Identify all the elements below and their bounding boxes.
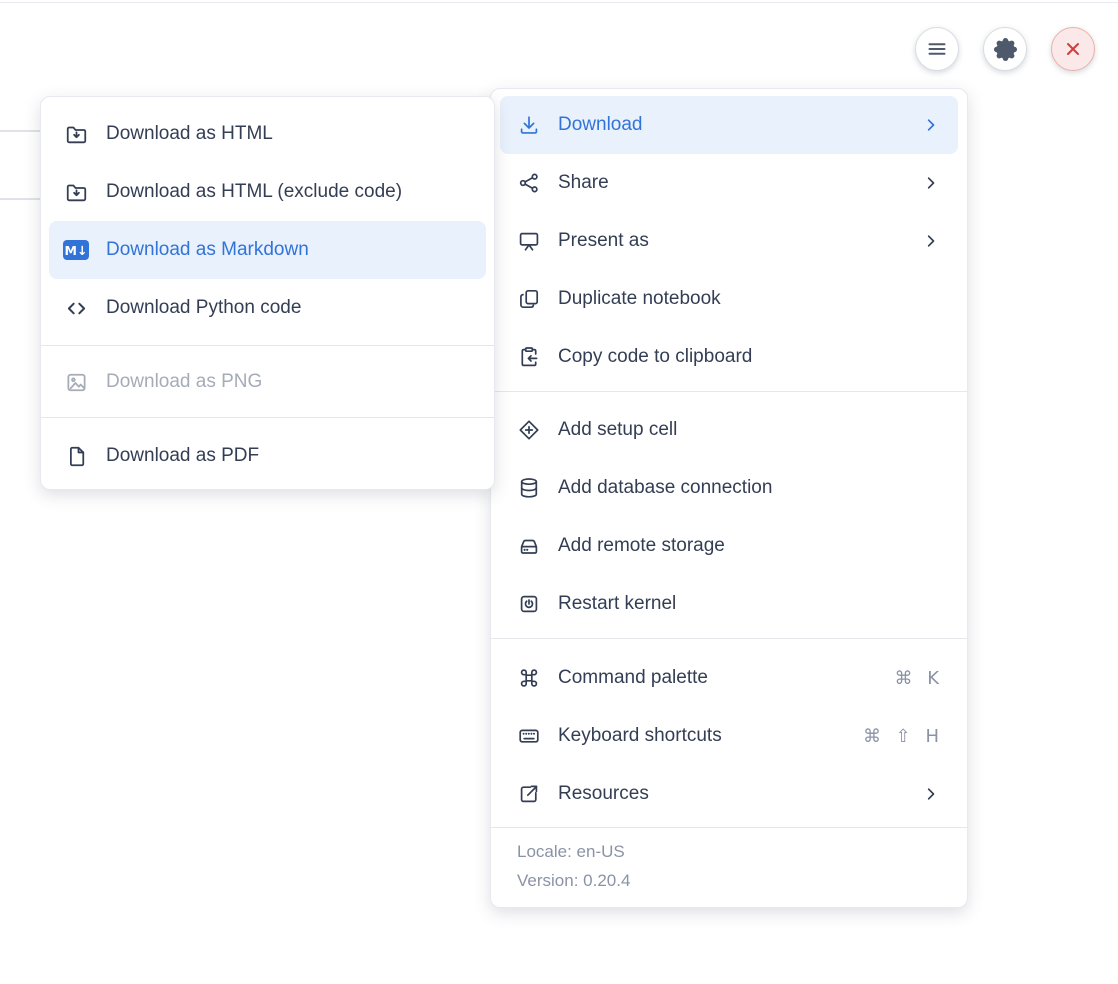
menu-item-label: Download Python code xyxy=(106,297,472,319)
locale-text: Locale: en-US xyxy=(517,840,941,863)
menu-item-label: Resources xyxy=(558,783,921,805)
menu-divider xyxy=(491,391,967,392)
menu-item-label: Download as PDF xyxy=(106,445,472,467)
menu-footer: Locale: en-US Version: 0.20.4 xyxy=(491,828,967,892)
duplicate-icon xyxy=(516,286,542,312)
restart-kernel-icon xyxy=(516,591,542,617)
code-icon xyxy=(63,295,89,321)
download-icon xyxy=(516,112,542,138)
version-text: Version: 0.20.4 xyxy=(517,869,941,892)
add-setup-cell-icon xyxy=(516,417,542,443)
clipboard-copy-icon xyxy=(516,344,542,370)
command-icon xyxy=(516,665,542,691)
chevron-right-icon xyxy=(921,173,941,193)
submenu-item-download-markdown[interactable]: M↓ Download as Markdown xyxy=(49,221,486,279)
menu-item-copy-code[interactable]: Copy code to clipboard xyxy=(500,328,958,386)
download-submenu: Download as HTML Download as HTML (exclu… xyxy=(40,96,495,490)
chevron-right-icon xyxy=(921,231,941,251)
close-icon xyxy=(1061,37,1085,61)
chevron-right-icon xyxy=(921,115,941,135)
external-link-icon xyxy=(516,781,542,807)
submenu-item-download-pdf[interactable]: Download as PDF xyxy=(49,427,486,485)
menu-item-restart-kernel[interactable]: Restart kernel xyxy=(500,575,958,633)
menu-item-label: Download as HTML xyxy=(106,123,472,145)
menu-item-duplicate-notebook[interactable]: Duplicate notebook xyxy=(500,270,958,328)
background-cell-border xyxy=(0,130,40,132)
chevron-right-icon xyxy=(921,784,941,804)
menu-item-add-setup-cell[interactable]: Add setup cell xyxy=(500,401,958,459)
menu-item-label: Add database connection xyxy=(558,477,941,499)
menu-item-download[interactable]: Download xyxy=(500,96,958,154)
folder-download-icon xyxy=(63,179,89,205)
menu-item-label: Duplicate notebook xyxy=(558,288,941,310)
gear-icon xyxy=(994,38,1017,61)
menu-item-label: Copy code to clipboard xyxy=(558,346,941,368)
submenu-item-download-html[interactable]: Download as HTML xyxy=(49,105,486,163)
database-icon xyxy=(516,475,542,501)
file-icon xyxy=(63,443,89,469)
background-cell-border xyxy=(0,198,40,200)
shortcut-hint: ⌘ K xyxy=(894,668,941,689)
floating-toolbar xyxy=(915,27,1095,71)
presentation-icon xyxy=(516,228,542,254)
menu-item-label: Download xyxy=(558,114,921,136)
menu-divider xyxy=(41,345,494,346)
menu-item-share[interactable]: Share xyxy=(500,154,958,212)
page-top-border xyxy=(0,2,1118,3)
menu-item-label: Download as HTML (exclude code) xyxy=(106,181,472,203)
menu-item-label: Download as Markdown xyxy=(106,239,472,261)
share-icon xyxy=(516,170,542,196)
submenu-item-download-python-code[interactable]: Download Python code xyxy=(49,279,486,337)
menu-item-command-palette[interactable]: Command palette ⌘ K xyxy=(500,649,958,707)
hamburger-icon xyxy=(925,37,949,61)
settings-button[interactable] xyxy=(983,27,1027,71)
submenu-item-download-html-exclude-code[interactable]: Download as HTML (exclude code) xyxy=(49,163,486,221)
menu-item-label: Keyboard shortcuts xyxy=(558,725,863,747)
menu-item-label: Download as PNG xyxy=(106,371,472,393)
menu-item-label: Restart kernel xyxy=(558,593,941,615)
menu-item-add-remote-storage[interactable]: Add remote storage xyxy=(500,517,958,575)
menu-item-keyboard-shortcuts[interactable]: Keyboard shortcuts ⌘ ⇧ H xyxy=(500,707,958,765)
hamburger-menu-button[interactable] xyxy=(915,27,959,71)
menu-item-label: Share xyxy=(558,172,921,194)
menu-item-label: Add remote storage xyxy=(558,535,941,557)
menu-item-label: Add setup cell xyxy=(558,419,941,441)
close-button[interactable] xyxy=(1051,27,1095,71)
menu-item-resources[interactable]: Resources xyxy=(500,765,958,823)
menu-item-label: Present as xyxy=(558,230,921,252)
menu-divider xyxy=(491,638,967,639)
menu-item-present-as[interactable]: Present as xyxy=(500,212,958,270)
markdown-badge-icon: M↓ xyxy=(63,237,89,263)
notebook-context-menu: Download Share Present as xyxy=(490,88,968,908)
submenu-item-download-png[interactable]: Download as PNG xyxy=(49,353,486,411)
image-icon xyxy=(63,369,89,395)
keyboard-icon xyxy=(516,723,542,749)
menu-item-label: Command palette xyxy=(558,667,894,689)
remote-storage-icon xyxy=(516,533,542,559)
menu-item-add-database-connection[interactable]: Add database connection xyxy=(500,459,958,517)
folder-download-icon xyxy=(63,121,89,147)
menu-divider xyxy=(41,417,494,418)
shortcut-hint: ⌘ ⇧ H xyxy=(863,726,941,747)
